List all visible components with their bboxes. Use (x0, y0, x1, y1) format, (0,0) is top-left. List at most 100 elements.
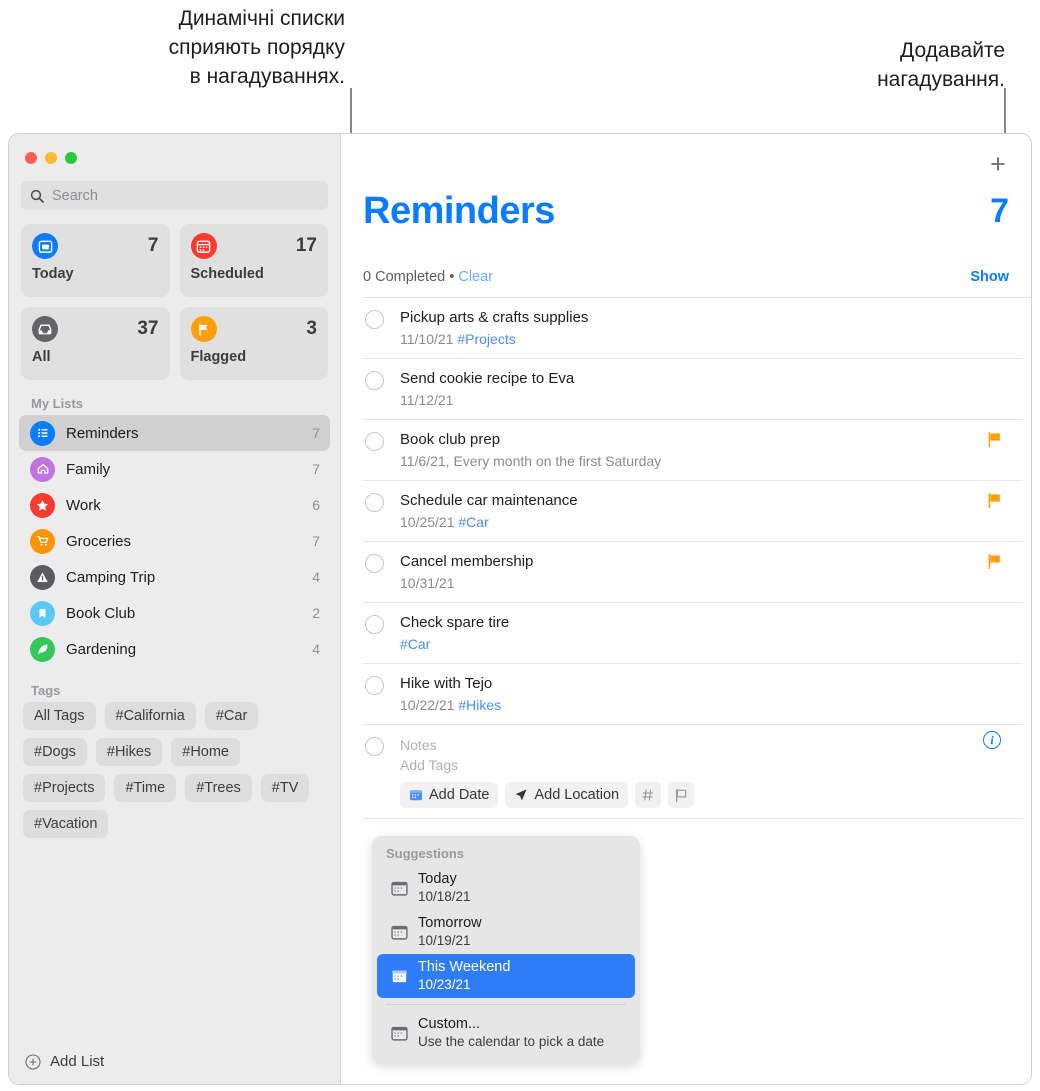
reminder-checkbox[interactable] (365, 310, 384, 329)
reminder-checkbox[interactable] (365, 371, 384, 390)
sidebar-item-label: Book Club (66, 604, 136, 622)
sidebar-item-groceries[interactable]: Groceries 7 (19, 523, 330, 559)
minimize-button[interactable] (45, 152, 57, 164)
reminder-checkbox[interactable] (365, 493, 384, 512)
info-circle-icon[interactable]: i (983, 731, 1001, 749)
reminder-row[interactable]: Send cookie recipe to Eva 11/12/21 (363, 359, 1023, 420)
reminder-checkbox[interactable] (365, 737, 384, 756)
sidebar-item-gardening[interactable]: Gardening 4 (19, 631, 330, 667)
completed-bar: 0 Completed • Clear Show (363, 269, 1009, 285)
bulleted-list-icon (30, 420, 55, 446)
tag-chip[interactable]: All Tags (23, 702, 96, 730)
reminder-title: Pickup arts & crafts supplies (400, 309, 589, 326)
tag-chip[interactable]: #Dogs (23, 738, 87, 766)
flag-indicator-icon (988, 493, 1001, 508)
reminder-row[interactable]: Hike with Tejo 10/22/21 #Hikes (363, 664, 1023, 725)
reminder-row[interactable]: Schedule car maintenance 10/25/21 #Car (363, 481, 1023, 542)
tag-chip[interactable]: #Projects (23, 774, 106, 802)
sidebar-item-count: 7 (312, 425, 320, 441)
sidebar-item-count: 7 (312, 533, 320, 549)
suggestions-header: Suggestions (386, 846, 465, 861)
reminder-tag[interactable]: #Car (458, 514, 488, 530)
sidebar-item-book-club[interactable]: Book Club 2 (19, 595, 330, 631)
suggestion-item-custom[interactable]: Custom... Use the calendar to pick a dat… (377, 1011, 635, 1055)
cart-icon (30, 528, 55, 554)
flag-button[interactable] (668, 782, 695, 808)
suggestion-item-this-weekend[interactable]: This Weekend 10/23/21 (377, 954, 635, 998)
add-tag-button[interactable] (635, 782, 662, 808)
add-list-button[interactable]: Add List (25, 1053, 104, 1070)
calendar-icon (391, 880, 408, 897)
clear-completed-button[interactable]: Clear (458, 269, 493, 285)
sidebar-item-reminders[interactable]: Reminders 7 (19, 415, 330, 451)
tag-chip[interactable]: #Car (204, 702, 259, 730)
reminder-row[interactable]: Cancel membership 10/31/21 (363, 542, 1023, 603)
reminder-checkbox[interactable] (365, 554, 384, 573)
reminder-date: 10/22/21 (400, 697, 455, 713)
location-arrow-icon (514, 788, 528, 802)
reminder-meta: 11/12/21 (400, 390, 1023, 410)
reminder-tag[interactable]: #Hikes (458, 697, 501, 713)
tag-chip[interactable]: #TV (260, 774, 310, 802)
smart-list-label: Scheduled (190, 266, 264, 282)
tag-chip[interactable]: #Time (114, 774, 177, 802)
sidebar-item-count: 7 (312, 461, 320, 477)
reminder-tag[interactable]: #Projects (457, 331, 515, 347)
search-input[interactable]: Search (21, 181, 328, 210)
notes-field[interactable]: Notes (400, 735, 1023, 755)
reminder-checkbox[interactable] (365, 615, 384, 634)
sidebar-item-count: 6 (312, 497, 320, 513)
sidebar-item-family[interactable]: Family 7 (19, 451, 330, 487)
reminder-date: 10/25/21 (400, 514, 455, 530)
reminder-edit-toolbar: Add Date Add Location (400, 782, 1023, 808)
tag-chip[interactable]: #Home (171, 738, 240, 766)
suggestion-item-tomorrow[interactable]: Tomorrow 10/19/21 (377, 910, 635, 954)
flag-indicator-icon (988, 432, 1001, 447)
sidebar-item-label: Gardening (66, 640, 137, 658)
star-icon (30, 492, 55, 518)
tag-chip[interactable]: #California (104, 702, 196, 730)
sidebar-item-count: 2 (312, 605, 320, 621)
new-reminder-row[interactable]: Notes Add Tags Add Date Add Location i (363, 725, 1023, 819)
calendar-icon (391, 968, 408, 985)
smart-list-scheduled[interactable]: 17 Scheduled (179, 224, 328, 297)
suggestion-item-today[interactable]: Today 10/18/21 (377, 866, 635, 910)
show-completed-button[interactable]: Show (970, 269, 1009, 285)
suggestion-subtitle: Use the calendar to pick a date (418, 1034, 605, 1049)
tag-chip[interactable]: #Vacation (23, 810, 109, 838)
flag-icon (190, 316, 217, 342)
add-tags-field[interactable]: Add Tags (400, 755, 1023, 775)
reminder-row[interactable]: Book club prep 11/6/21, Every month on t… (363, 420, 1023, 481)
search-placeholder: Search (52, 187, 98, 204)
reminder-date: 11/6/21, Every month on the first Saturd… (400, 453, 662, 469)
smart-list-flagged[interactable]: 3 Flagged (179, 307, 328, 380)
sidebar-item-work[interactable]: Work 6 (19, 487, 330, 523)
sidebar-item-camping-trip[interactable]: Camping Trip 4 (19, 559, 330, 595)
reminder-count: 7 (990, 192, 1009, 230)
add-location-button[interactable]: Add Location (505, 782, 629, 808)
suggestion-subtitle: 10/18/21 (418, 889, 471, 904)
suggestion-subtitle: 10/19/21 (418, 933, 471, 948)
suggestion-title: This Weekend (418, 959, 511, 975)
tag-chip[interactable]: #Hikes (95, 738, 163, 766)
sidebar-item-label: Reminders (66, 424, 139, 442)
close-button[interactable] (25, 152, 37, 164)
tent-icon (30, 564, 55, 590)
plus-circle-icon (25, 1053, 41, 1070)
suggestion-title: Today (418, 871, 457, 887)
zoom-button[interactable] (65, 152, 77, 164)
add-reminder-button[interactable]: + (985, 150, 1011, 177)
smart-list-count: 17 (295, 235, 317, 256)
reminder-meta: 10/25/21 #Car (400, 512, 1023, 532)
reminder-row[interactable]: Pickup arts & crafts supplies 11/10/21 #… (363, 298, 1023, 359)
smart-list-all[interactable]: 37 All (21, 307, 170, 380)
reminder-checkbox[interactable] (365, 432, 384, 451)
reminder-checkbox[interactable] (365, 676, 384, 695)
reminder-row[interactable]: Check spare tire #Car (363, 603, 1023, 664)
sidebar-item-count: 4 (312, 641, 320, 657)
smart-list-today[interactable]: 7 Today (21, 224, 170, 297)
tag-chip[interactable]: #Trees (185, 774, 252, 802)
add-date-button[interactable]: Add Date (400, 782, 499, 808)
flag-outline-icon (674, 788, 688, 803)
reminder-tag[interactable]: #Car (400, 636, 430, 652)
